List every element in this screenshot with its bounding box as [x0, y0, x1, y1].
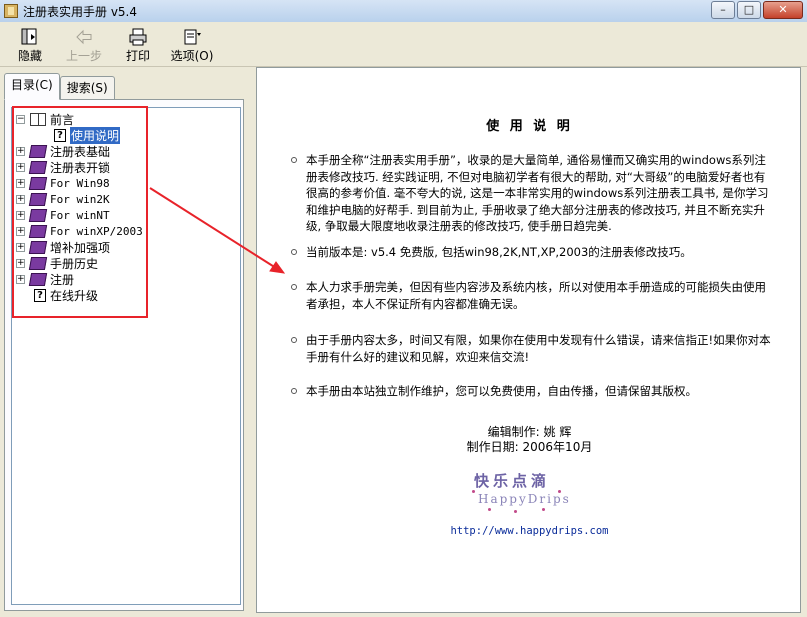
bullet-icon — [291, 388, 297, 394]
annotation-highlight-box — [12, 106, 148, 318]
date-line: 制作日期: 2006年10月 — [466, 440, 593, 454]
maximize-button[interactable]: □ — [737, 1, 761, 19]
paragraph-text: 当前版本是: v5.4 免费版, 包括win98,2K,NT,XP,2003的注… — [306, 245, 692, 259]
options-label: 选项(O) — [170, 49, 214, 63]
logo-dot — [488, 508, 491, 511]
app-icon — [4, 4, 18, 18]
logo-chinese-text: 快乐点滴 — [474, 472, 551, 490]
paragraph-text: 本手册由本站独立制作维护，您可以免费使用，自由传播，但请保留其版权。 — [306, 384, 697, 398]
window-title: 注册表实用手册 v5.4 — [23, 4, 138, 19]
logo-english-text: HappyDrips — [478, 492, 571, 506]
options-button[interactable]: 选项(O) — [166, 22, 218, 66]
print-label: 打印 — [125, 49, 150, 63]
hide-pane-icon — [21, 28, 37, 45]
bullet-icon — [291, 157, 297, 163]
print-button[interactable]: 打印 — [112, 22, 164, 66]
bullet-icon — [291, 284, 297, 290]
topic-content-pane: 使 用 说 明 本手册全称“注册表实用手册”，收录的是大量简单, 通俗易懂而又确… — [256, 67, 801, 613]
title-bar[interactable]: 注册表实用手册 v5.4 – □ ✕ — [0, 0, 807, 22]
logo-dot — [542, 508, 545, 511]
hide-button[interactable]: 隐藏 — [4, 22, 56, 66]
paragraph: 本手册由本站独立制作维护，您可以免费使用，自由传播，但请保留其版权。 — [291, 383, 776, 400]
happydrips-logo: 快乐点滴 HappyDrips — [464, 470, 574, 515]
close-button[interactable]: ✕ — [763, 1, 803, 19]
minimize-button[interactable]: – — [711, 1, 735, 19]
credits: 编辑制作: 姚 辉 制作日期: 2006年10月 — [257, 425, 802, 455]
back-button[interactable]: 上一步 — [58, 22, 110, 66]
paragraph-text: 本人力求手册完美，但因有些内容涉及系统内核，所以对使用本手册造成的可能损失由使用… — [306, 280, 766, 311]
pane-splitter[interactable] — [248, 67, 256, 617]
help-window: 注册表实用手册 v5.4 – □ ✕ 隐藏 上一步 打印 选项(O) 目录(C)… — [0, 0, 807, 617]
paragraph: 本人力求手册完美，但因有些内容涉及系统内核，所以对使用本手册造成的可能损失由使用… — [291, 279, 776, 312]
printer-icon — [129, 28, 147, 46]
logo-dot — [558, 490, 561, 493]
logo-dot — [514, 510, 517, 513]
back-arrow-icon — [76, 29, 92, 45]
editor-line: 编辑制作: 姚 辉 — [487, 425, 572, 439]
paragraph: 本手册全称“注册表实用手册”，收录的是大量简单, 通俗易懂而又确实用的windo… — [291, 152, 776, 235]
paragraph-text: 本手册全称“注册表实用手册”，收录的是大量简单, 通俗易懂而又确实用的windo… — [306, 153, 769, 233]
logo-dot — [472, 490, 475, 493]
paragraph: 当前版本是: v5.4 免费版, 包括win98,2K,NT,XP,2003的注… — [291, 244, 776, 261]
options-icon — [184, 29, 201, 45]
hide-label: 隐藏 — [17, 49, 42, 63]
topic-title: 使 用 说 明 — [486, 119, 573, 134]
paragraph-text: 由于手册内容太多，时间又有限，如果你在使用中发现有什么错误，请来信指正!如果你对… — [306, 333, 771, 364]
toolbar: 隐藏 上一步 打印 选项(O) — [0, 22, 807, 67]
paragraph: 由于手册内容太多，时间又有限，如果你在使用中发现有什么错误，请来信指正!如果你对… — [291, 332, 776, 365]
bullet-icon — [291, 337, 297, 343]
tab-search[interactable]: 搜索(S) — [59, 76, 115, 99]
nav-tabs: 目录(C) 搜索(S) — [4, 73, 115, 100]
bullet-icon — [291, 249, 297, 255]
website-link[interactable]: http://www.happydrips.com — [257, 525, 802, 537]
back-label: 上一步 — [65, 49, 102, 63]
tab-contents[interactable]: 目录(C) — [4, 73, 60, 100]
window-controls: – □ ✕ — [711, 1, 803, 19]
